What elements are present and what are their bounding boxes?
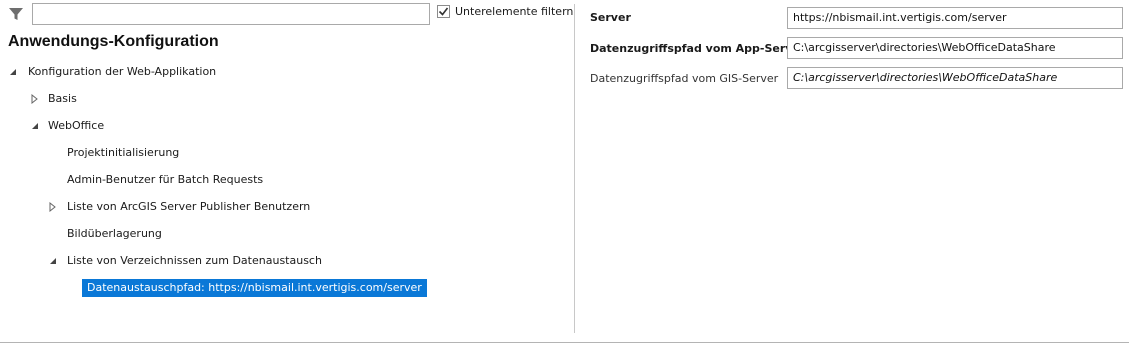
property-label-server: Server xyxy=(590,11,631,24)
tree-item-label: Projektinitialisierung xyxy=(67,146,180,159)
tree-item-label: Bildüberlagerung xyxy=(67,227,162,240)
tree-item-label: Admin-Benutzer für Batch Requests xyxy=(67,173,264,186)
property-label-app-server-path: Datenzugriffspfad vom App-Server xyxy=(590,42,806,55)
tree-item-label: Konfiguration der Web-Applikation xyxy=(28,65,217,78)
expanded-arrow-icon[interactable] xyxy=(8,67,18,77)
panel-splitter[interactable] xyxy=(574,4,575,333)
tree-item-label: Liste von ArcGIS Server Publisher Benutz… xyxy=(67,200,311,213)
property-value-gis-server-path[interactable]: C:\arcgisserver\directories\WebOfficeDat… xyxy=(787,67,1123,89)
expanded-arrow-icon[interactable] xyxy=(48,256,58,266)
checkmark-icon xyxy=(438,7,449,16)
collapsed-arrow-icon[interactable] xyxy=(30,94,40,104)
filter-input[interactable] xyxy=(32,3,430,25)
filter-icon xyxy=(8,6,24,22)
bottom-divider xyxy=(0,342,1129,343)
filter-children-checkbox[interactable] xyxy=(437,5,450,18)
tree-item-label: Liste von Verzeichnissen zum Datenaustau… xyxy=(67,254,322,267)
collapsed-arrow-icon[interactable] xyxy=(48,202,58,212)
property-value-server[interactable]: https://nbismail.int.vertigis.com/server xyxy=(787,7,1123,29)
expanded-arrow-icon[interactable] xyxy=(30,121,40,131)
section-title: Anwendungs-Konfiguration xyxy=(8,33,219,50)
filter-children-label: Unterelemente filtern xyxy=(455,5,574,18)
tree-item-label: WebOffice xyxy=(48,119,105,132)
tree-item-label: Basis xyxy=(48,92,77,105)
tree-item-label: Datenaustauschpfad: https://nbismail.int… xyxy=(82,279,427,297)
property-label-gis-server-path: Datenzugriffspfad vom GIS-Server xyxy=(590,72,779,85)
property-value-app-server-path[interactable]: C:\arcgisserver\directories\WebOfficeDat… xyxy=(787,37,1123,59)
